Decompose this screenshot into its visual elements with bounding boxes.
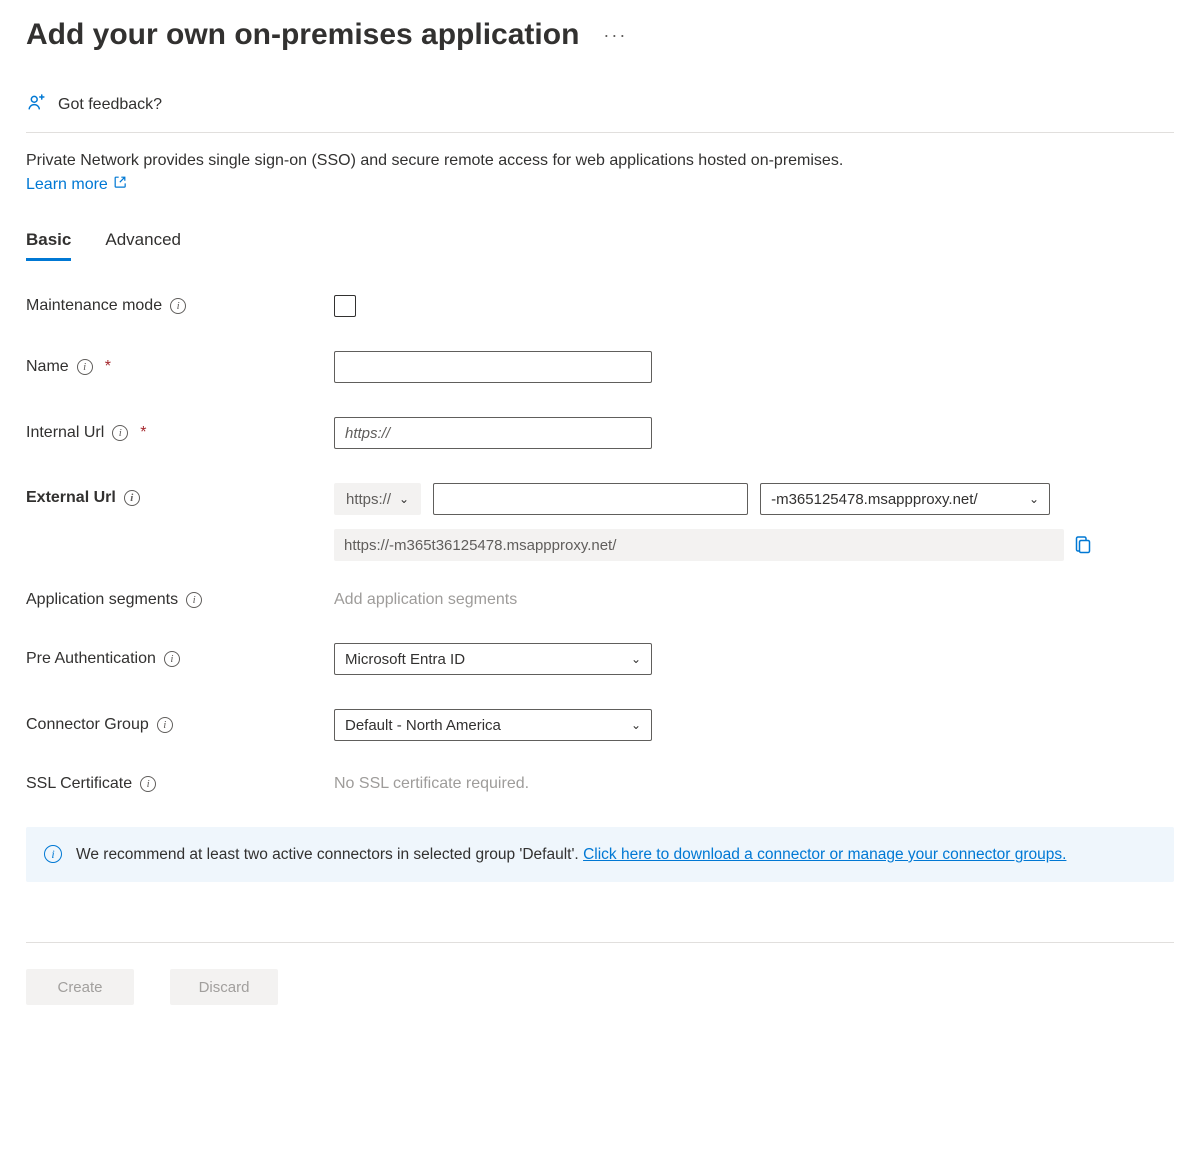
intro-text: Private Network provides single sign-on … (26, 149, 1174, 173)
internal-url-label: Internal Url (26, 424, 104, 442)
required-indicator: * (140, 424, 146, 442)
more-actions-icon[interactable]: ··· (603, 25, 627, 46)
required-indicator: * (105, 358, 111, 376)
ssl-cert-value: No SSL certificate required. (334, 775, 529, 792)
pre-auth-label: Pre Authentication (26, 650, 156, 668)
chevron-down-icon: ⌄ (399, 492, 409, 506)
info-icon[interactable]: i (164, 651, 180, 667)
tab-basic[interactable]: Basic (26, 230, 71, 261)
info-icon: i (44, 845, 62, 863)
add-app-segments-link[interactable]: Add application segments (334, 591, 517, 608)
page-title: Add your own on-premises application (26, 18, 579, 52)
name-input[interactable] (334, 351, 652, 383)
feedback-label: Got feedback? (58, 96, 162, 114)
chevron-down-icon: ⌄ (631, 718, 641, 732)
external-url-label: External Url (26, 489, 116, 507)
discard-button[interactable]: Discard (170, 969, 278, 1005)
pre-auth-select[interactable]: Microsoft Entra ID ⌄ (334, 643, 652, 675)
chevron-down-icon: ⌄ (631, 652, 641, 666)
info-icon[interactable]: i (186, 592, 202, 608)
info-icon[interactable]: i (157, 717, 173, 733)
internal-url-input[interactable] (334, 417, 652, 449)
name-label: Name (26, 358, 69, 376)
info-icon[interactable]: i (170, 298, 186, 314)
app-segments-label: Application segments (26, 591, 178, 609)
ssl-cert-label: SSL Certificate (26, 775, 132, 793)
maintenance-mode-label: Maintenance mode (26, 297, 162, 315)
banner-text: We recommend at least two active connect… (76, 846, 583, 863)
copy-icon[interactable] (1074, 535, 1092, 555)
chevron-down-icon: ⌄ (1029, 492, 1039, 506)
info-icon[interactable]: i (124, 490, 140, 506)
create-button[interactable]: Create (26, 969, 134, 1005)
info-icon[interactable]: i (112, 425, 128, 441)
feedback-icon (26, 92, 48, 118)
tab-advanced[interactable]: Advanced (105, 230, 181, 261)
connector-group-label: Connector Group (26, 716, 149, 734)
connector-group-select[interactable]: Default - North America ⌄ (334, 709, 652, 741)
external-link-icon (113, 175, 127, 194)
banner-link[interactable]: Click here to download a connector or ma… (583, 846, 1066, 863)
info-icon[interactable]: i (140, 776, 156, 792)
external-url-protocol-select[interactable]: https:// ⌄ (334, 483, 421, 515)
info-icon[interactable]: i (77, 359, 93, 375)
maintenance-mode-checkbox[interactable] (334, 295, 356, 317)
learn-more-link[interactable]: Learn more (26, 175, 127, 194)
external-url-subdomain-input[interactable] (433, 483, 748, 515)
external-url-suffix-select[interactable]: -m365125478.msappproxy.net/ ⌄ (760, 483, 1050, 515)
connector-recommendation-banner: i We recommend at least two active conne… (26, 827, 1174, 882)
external-url-full-readonly: https://-m365t36125478.msappproxy.net/ (334, 529, 1064, 561)
feedback-link[interactable]: Got feedback? (26, 92, 1174, 133)
